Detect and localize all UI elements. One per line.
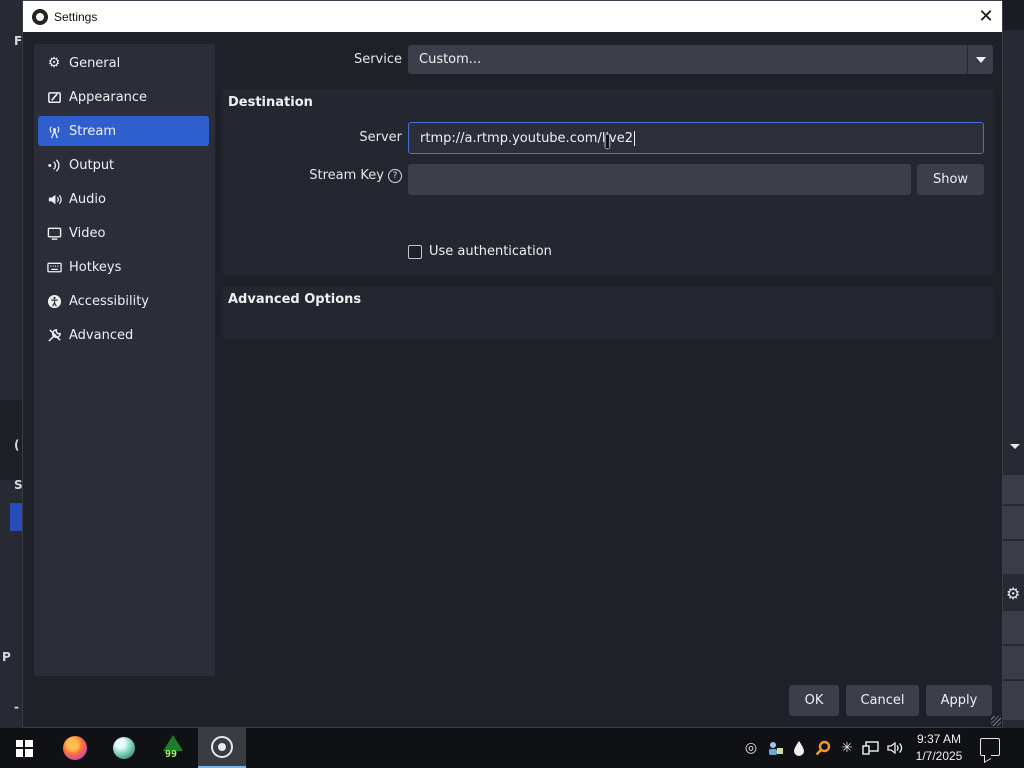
- sidebar-item-label: Audio: [69, 191, 106, 207]
- globe-icon: [113, 737, 135, 759]
- search-magnifier-icon[interactable]: [814, 738, 832, 758]
- dialog-titlebar[interactable]: Settings ✕: [23, 1, 1002, 32]
- background-label-p: P: [2, 650, 11, 664]
- sidebar-item-output[interactable]: Output: [38, 150, 209, 180]
- cancel-button[interactable]: Cancel: [846, 685, 919, 716]
- stream-key-label: Stream Key: [309, 168, 384, 183]
- advanced-options-group: Advanced Options: [222, 287, 994, 339]
- service-value: Custom...: [419, 52, 482, 67]
- sidebar-item-hotkeys[interactable]: Hotkeys: [38, 252, 209, 282]
- background-label-f: F: [14, 34, 23, 48]
- stream-key-input[interactable]: [408, 164, 911, 195]
- background-label-c: (: [14, 438, 20, 452]
- use-authentication-label: Use authentication: [429, 244, 552, 259]
- sidebar-item-label: Accessibility: [69, 293, 149, 309]
- wrench-icon: [46, 327, 62, 343]
- tree-badge: 99: [165, 749, 178, 760]
- use-authentication-row[interactable]: Use authentication: [408, 244, 552, 259]
- resize-grip-icon[interactable]: [991, 716, 1001, 726]
- sidebar-item-label: General: [69, 55, 121, 71]
- dialog-title: Settings: [54, 9, 98, 24]
- tree-icon: 99: [161, 735, 185, 761]
- settings-dialog: Settings ✕ ⚙ General Appearance Stream O…: [22, 0, 1003, 728]
- taskbar-app-obs[interactable]: [198, 728, 246, 768]
- clock-date: 1/7/2025: [915, 749, 963, 763]
- sidebar-item-advanced[interactable]: Advanced: [38, 320, 209, 350]
- speaker-icon: [46, 191, 62, 207]
- sidebar-item-label: Video: [69, 225, 106, 241]
- background-window-left: F ( S P -: [0, 0, 23, 728]
- sidebar-item-label: Stream: [69, 123, 117, 139]
- antenna-icon: [46, 123, 62, 139]
- volume-icon[interactable]: [886, 738, 904, 758]
- sidebar-item-stream[interactable]: Stream: [38, 116, 209, 146]
- snowflake-icon[interactable]: ✳: [838, 738, 856, 758]
- taskbar-app-tree[interactable]: 99: [149, 728, 197, 768]
- server-label: Server: [359, 130, 402, 145]
- sidebar-item-label: Output: [69, 157, 115, 173]
- ok-button[interactable]: OK: [789, 685, 839, 716]
- network-user-icon[interactable]: [766, 738, 784, 758]
- obs-icon: [211, 736, 233, 758]
- paint-icon: [46, 89, 62, 105]
- stream-key-label-wrap: Stream Key?: [293, 168, 402, 183]
- obs-app-icon: [32, 8, 48, 25]
- taskbar-app-firefox[interactable]: [51, 728, 99, 768]
- notifications-icon[interactable]: [980, 738, 1000, 756]
- background-label-dash: -: [14, 700, 19, 714]
- output-icon: [46, 157, 62, 173]
- network-icon[interactable]: [862, 738, 880, 758]
- background-gear-icon: ⚙: [1006, 584, 1021, 603]
- apply-button[interactable]: Apply: [926, 685, 992, 716]
- service-select[interactable]: Custom...: [408, 45, 993, 74]
- keyboard-icon: [46, 259, 62, 275]
- sidebar-item-accessibility[interactable]: Accessibility: [38, 286, 209, 316]
- close-icon[interactable]: ✕: [970, 1, 1002, 32]
- gear-icon: ⚙: [47, 55, 61, 71]
- destination-heading: Destination: [228, 95, 313, 110]
- monitor-icon: [46, 225, 62, 241]
- sidebar-item-general[interactable]: ⚙ General: [38, 48, 209, 78]
- obs-tray-icon[interactable]: ◎: [742, 738, 760, 758]
- show-button[interactable]: Show: [917, 164, 984, 195]
- chevron-down-icon[interactable]: [967, 45, 993, 74]
- use-authentication-checkbox[interactable]: [408, 244, 422, 259]
- sidebar-item-video[interactable]: Video: [38, 218, 209, 248]
- sidebar-item-label: Advanced: [69, 327, 134, 343]
- settings-sidebar: ⚙ General Appearance Stream Output Audio…: [34, 44, 215, 676]
- sidebar-item-audio[interactable]: Audio: [38, 184, 209, 214]
- firefox-icon: [63, 736, 87, 760]
- sidebar-item-appearance[interactable]: Appearance: [38, 82, 209, 112]
- background-selection: [10, 503, 22, 531]
- help-icon[interactable]: ?: [388, 168, 402, 183]
- server-input-value: rtmp://a.rtmp.youtube.com/live2: [420, 130, 636, 146]
- start-button[interactable]: [0, 728, 48, 768]
- accessibility-icon: [46, 293, 62, 309]
- advanced-options-heading: Advanced Options: [228, 292, 362, 307]
- server-input[interactable]: rtmp://a.rtmp.youtube.com/live2: [408, 122, 984, 154]
- text-cursor-icon: I: [604, 132, 611, 153]
- background-window-right: ⚙: [1003, 30, 1024, 728]
- clock-time: 9:37 AM: [916, 732, 962, 746]
- background-dropdown-icon: [1010, 444, 1020, 449]
- taskbar: 99 ◎ ✳ 9:37 AM 1/7/2025: [0, 728, 1024, 768]
- taskbar-app-globe[interactable]: [100, 728, 148, 768]
- droplet-icon[interactable]: [790, 738, 808, 758]
- taskbar-clock[interactable]: 9:37 AM 1/7/2025: [912, 731, 966, 765]
- windows-logo-icon: [15, 739, 33, 757]
- sidebar-item-label: Appearance: [69, 89, 148, 105]
- sidebar-item-label: Hotkeys: [69, 259, 122, 275]
- service-label: Service: [353, 52, 402, 67]
